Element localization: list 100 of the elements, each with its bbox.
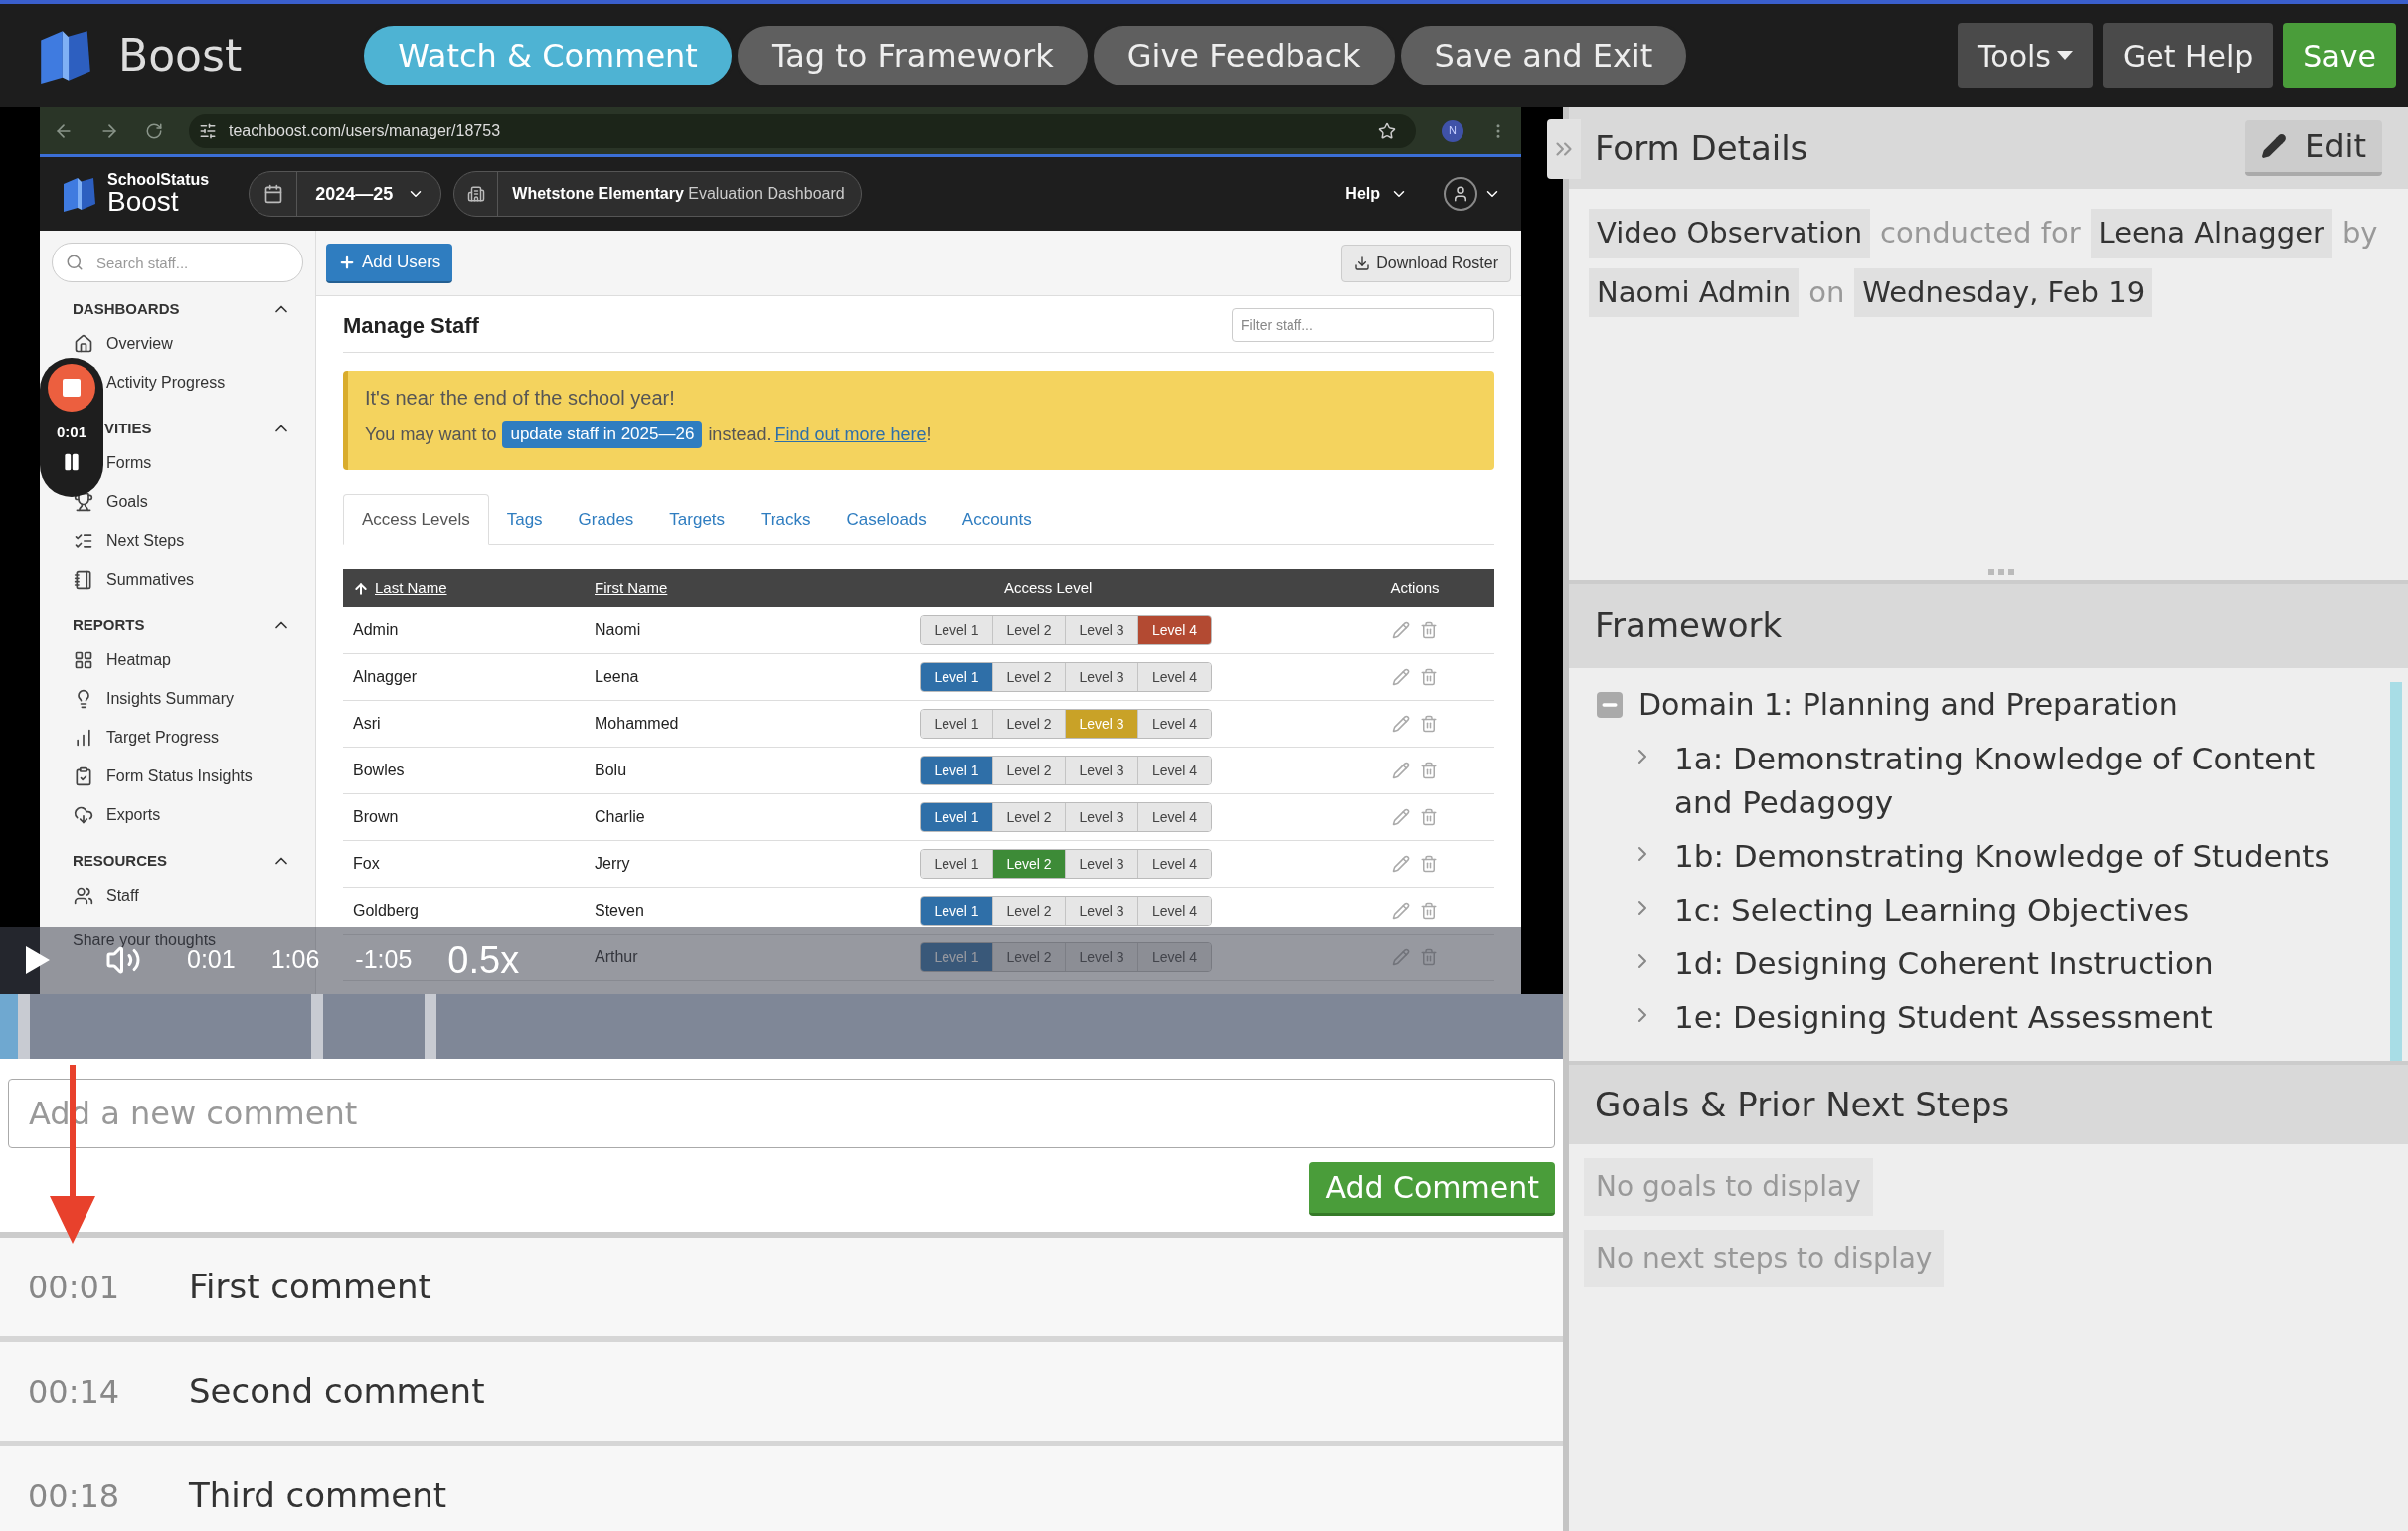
nav-item[interactable]: Summatives bbox=[106, 567, 195, 592]
url-field[interactable]: teachboost.com/users/manager/18753 bbox=[189, 113, 1416, 148]
level-button[interactable]: Level 3 bbox=[1066, 757, 1138, 784]
tree-item[interactable]: 1e: Designing Student Assessment bbox=[1674, 995, 2213, 1039]
nav-item[interactable]: Exports bbox=[106, 802, 161, 827]
level-button[interactable]: Level 3 bbox=[1066, 897, 1138, 925]
search-field[interactable]: Search staff... bbox=[52, 243, 303, 282]
level-button[interactable]: Level 2 bbox=[993, 710, 1066, 738]
delete-icon[interactable] bbox=[1420, 668, 1438, 686]
tab[interactable]: Tracks bbox=[743, 494, 829, 545]
site-settings-icon[interactable] bbox=[199, 121, 217, 140]
bookmark-icon[interactable] bbox=[1378, 121, 1396, 140]
nav-item[interactable]: Overview bbox=[106, 331, 173, 356]
filter-field[interactable]: Filter staff... bbox=[1232, 308, 1494, 342]
level-button[interactable]: Level 2 bbox=[993, 803, 1066, 831]
level-button[interactable]: Level 4 bbox=[1138, 616, 1211, 644]
nav-item[interactable]: Target Progress bbox=[106, 725, 219, 750]
user-avatar[interactable] bbox=[1444, 177, 1477, 211]
scrollbar[interactable] bbox=[2390, 682, 2402, 1061]
comment-marker[interactable] bbox=[425, 994, 436, 1059]
edit-icon[interactable] bbox=[1392, 762, 1410, 779]
level-button[interactable]: Level 2 bbox=[993, 850, 1066, 878]
edit-icon[interactable] bbox=[1392, 902, 1410, 920]
tree-item[interactable]: 1b: Demonstrating Knowledge of Students bbox=[1674, 834, 2330, 878]
delete-icon[interactable] bbox=[1420, 715, 1438, 733]
tools-menu-button[interactable]: Tools bbox=[1958, 23, 2093, 88]
help-menu-button[interactable]: Help bbox=[1345, 182, 1408, 206]
edit-icon[interactable] bbox=[1392, 668, 1410, 686]
add-users-button[interactable]: Add Users bbox=[326, 243, 453, 283]
column-header[interactable]: First Name bbox=[595, 577, 668, 599]
tab[interactable]: Targets bbox=[651, 494, 744, 545]
edit-icon[interactable] bbox=[1392, 855, 1410, 873]
level-button[interactable]: Level 4 bbox=[1138, 757, 1211, 784]
delete-icon[interactable] bbox=[1420, 948, 1438, 966]
year-selector[interactable]: 2024—25 bbox=[249, 171, 442, 217]
tree-item[interactable]: Domain 1: Planning and Preparation bbox=[1638, 682, 2178, 727]
tree-item[interactable]: 1c: Selecting Learning Objectives bbox=[1674, 888, 2190, 932]
detail-text: conducted for bbox=[1880, 215, 2081, 252]
level-button[interactable]: Level 2 bbox=[993, 616, 1066, 644]
profile-avatar[interactable]: N bbox=[1442, 119, 1463, 142]
edit-icon[interactable] bbox=[1392, 715, 1410, 733]
nav-item[interactable]: Forms bbox=[106, 450, 152, 475]
level-button[interactable]: Level 4 bbox=[1138, 850, 1211, 878]
column-header[interactable]: Last Name bbox=[375, 577, 447, 599]
tab[interactable]: Access Levels bbox=[343, 494, 489, 545]
level-button[interactable]: Level 1 bbox=[921, 710, 993, 738]
nav-item[interactable]: Staff bbox=[106, 883, 139, 908]
stop-recording-button[interactable] bbox=[48, 364, 95, 412]
collapse-panel-tab[interactable] bbox=[1547, 119, 1581, 179]
level-button[interactable]: Level 3 bbox=[1066, 663, 1138, 691]
level-button[interactable]: Level 1 bbox=[921, 850, 993, 878]
find-out-more-link[interactable]: Find out more here bbox=[774, 421, 927, 448]
resize-handle-icon[interactable] bbox=[1988, 568, 2014, 576]
tab[interactable]: Accounts bbox=[944, 494, 1050, 545]
level-button[interactable]: Level 2 bbox=[993, 757, 1066, 784]
level-button[interactable]: Level 4 bbox=[1138, 710, 1211, 738]
comment-marker[interactable] bbox=[18, 994, 30, 1059]
level-button[interactable]: Level 4 bbox=[1138, 897, 1211, 925]
pause-icon[interactable] bbox=[62, 451, 82, 472]
edit-icon[interactable] bbox=[1392, 808, 1410, 826]
tab[interactable]: Tags bbox=[488, 494, 561, 545]
edit-button[interactable]: Edit bbox=[2245, 120, 2382, 176]
tree-item[interactable]: 1a: Demonstrating Knowledge of Content and Pedagogy bbox=[1674, 737, 2368, 824]
nav-item[interactable]: Next Steps bbox=[106, 528, 185, 553]
dashboard-selector[interactable]: Whetstone Elementary Evaluation Dashboard bbox=[453, 171, 862, 217]
delete-icon[interactable] bbox=[1420, 762, 1438, 779]
nav-item[interactable]: Heatmap bbox=[106, 647, 171, 672]
delete-icon[interactable] bbox=[1420, 902, 1438, 920]
tab[interactable]: Caseloads bbox=[828, 494, 945, 545]
delete-icon[interactable] bbox=[1420, 855, 1438, 873]
comment-marker[interactable] bbox=[311, 994, 323, 1059]
level-button[interactable]: Level 3 bbox=[1066, 850, 1138, 878]
level-button[interactable]: Level 3 bbox=[1066, 616, 1138, 644]
sort-up-icon[interactable] bbox=[353, 580, 369, 596]
edit-icon[interactable] bbox=[1392, 948, 1410, 966]
level-button[interactable]: Level 1 bbox=[921, 616, 993, 644]
help-button[interactable]: Get Help bbox=[2102, 23, 2274, 88]
level-button[interactable]: Level 2 bbox=[993, 663, 1066, 691]
level-button[interactable]: Level 1 bbox=[921, 897, 993, 925]
play-icon[interactable] bbox=[26, 946, 50, 974]
level-button[interactable]: Level 1 bbox=[921, 663, 993, 691]
level-button[interactable]: Level 1 bbox=[921, 757, 993, 784]
tree-item[interactable]: 1d: Designing Coherent Instruction bbox=[1674, 941, 2214, 985]
update-staff-button[interactable]: update staff in 2025—26 bbox=[502, 421, 703, 448]
level-button[interactable]: Level 1 bbox=[921, 803, 993, 831]
delete-icon[interactable] bbox=[1420, 808, 1438, 826]
reload-icon[interactable] bbox=[145, 121, 163, 140]
level-button[interactable]: Level 3 bbox=[1066, 803, 1138, 831]
edit-icon[interactable] bbox=[1392, 621, 1410, 639]
level-button[interactable]: Level 2 bbox=[993, 897, 1066, 925]
nav-item[interactable]: Insights Summary bbox=[106, 686, 235, 711]
delete-icon[interactable] bbox=[1420, 621, 1438, 639]
nav-item[interactable]: Activity Progress bbox=[106, 370, 226, 395]
level-button[interactable]: Level 4 bbox=[1138, 663, 1211, 691]
level-button[interactable]: Level 4 bbox=[1138, 803, 1211, 831]
download-roster-button[interactable]: Download Roster bbox=[1341, 244, 1511, 282]
nav-item[interactable]: Form Status Insights bbox=[106, 764, 253, 788]
tab[interactable]: Grades bbox=[560, 494, 652, 545]
nav-item[interactable]: Goals bbox=[106, 489, 148, 514]
timeline[interactable] bbox=[0, 994, 1563, 1059]
